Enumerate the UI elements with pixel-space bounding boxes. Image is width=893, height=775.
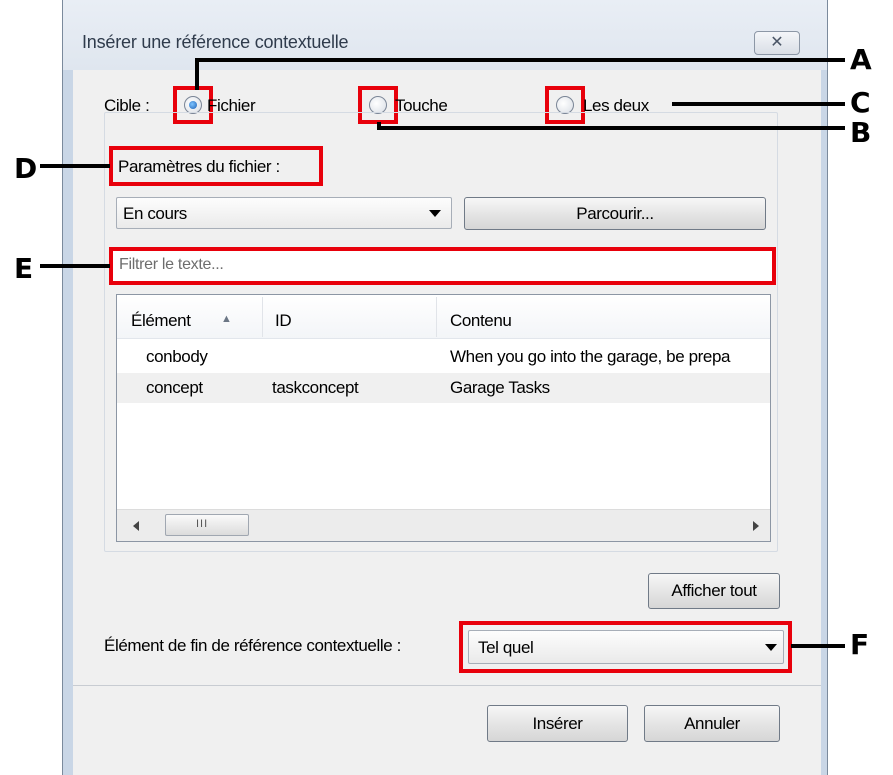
callout-line-a bbox=[195, 60, 199, 90]
scroll-left-icon[interactable] bbox=[133, 521, 139, 531]
element-list[interactable]: Élément ▲ ID Contenu conbody When you go… bbox=[116, 294, 771, 542]
table-row[interactable]: conbody When you go into the garage, be … bbox=[117, 341, 770, 371]
column-header-id[interactable]: ID bbox=[275, 311, 292, 331]
end-element-value: Tel quel bbox=[478, 638, 534, 657]
cell-id: taskconcept bbox=[272, 378, 359, 397]
file-params-label: Paramètres du fichier : bbox=[118, 157, 280, 176]
sort-ascending-icon: ▲ bbox=[221, 313, 232, 325]
cancel-button[interactable]: Annuler bbox=[644, 705, 780, 742]
separator bbox=[73, 685, 821, 686]
callout-a: A bbox=[850, 43, 872, 76]
cell-content: Garage Tasks bbox=[450, 378, 550, 397]
callout-b: B bbox=[850, 116, 872, 149]
horizontal-scrollbar[interactable]: III bbox=[117, 509, 770, 541]
callout-line-f bbox=[791, 644, 845, 648]
close-button[interactable]: ✕ bbox=[754, 31, 800, 55]
insert-button[interactable]: Insérer bbox=[487, 705, 628, 742]
scope-combobox-value: En cours bbox=[123, 204, 187, 223]
filter-placeholder: Filtrer le texte... bbox=[119, 256, 224, 273]
grip-icon: III bbox=[196, 518, 209, 530]
scope-combobox[interactable]: En cours bbox=[116, 197, 452, 229]
callout-d: D bbox=[14, 152, 38, 185]
list-header bbox=[117, 295, 770, 339]
callout-line-c bbox=[672, 102, 845, 106]
callout-line-d bbox=[40, 164, 110, 168]
callout-f: F bbox=[850, 628, 870, 661]
browse-button[interactable]: Parcourir... bbox=[464, 197, 766, 230]
end-element-label: Élément de fin de référence contextuelle… bbox=[104, 636, 401, 655]
scroll-thumb[interactable]: III bbox=[165, 514, 249, 536]
cell-element: concept bbox=[146, 378, 203, 397]
show-all-button[interactable]: Afficher tout bbox=[648, 573, 780, 609]
callout-line-e bbox=[40, 264, 110, 268]
chevron-down-icon bbox=[429, 210, 441, 217]
callout-line-b bbox=[377, 126, 845, 130]
callout-e: E bbox=[14, 252, 34, 285]
callout-c: C bbox=[850, 86, 871, 119]
table-row[interactable]: concept taskconcept Garage Tasks bbox=[117, 373, 770, 403]
column-header-element[interactable]: Élément bbox=[131, 311, 191, 331]
column-divider bbox=[436, 297, 437, 337]
cell-element: conbody bbox=[146, 347, 208, 366]
callout-line-a bbox=[195, 58, 845, 62]
cell-content: When you go into the garage, be prepa bbox=[450, 347, 731, 366]
column-divider bbox=[262, 297, 263, 337]
filter-input[interactable]: Filtrer le texte... bbox=[113, 251, 772, 281]
scroll-right-icon[interactable] bbox=[753, 521, 759, 531]
column-header-content[interactable]: Contenu bbox=[450, 311, 512, 331]
dialog-title: Insérer une référence contextuelle bbox=[82, 32, 349, 52]
end-element-combobox[interactable]: Tel quel bbox=[468, 630, 784, 664]
chevron-down-icon bbox=[765, 644, 777, 651]
